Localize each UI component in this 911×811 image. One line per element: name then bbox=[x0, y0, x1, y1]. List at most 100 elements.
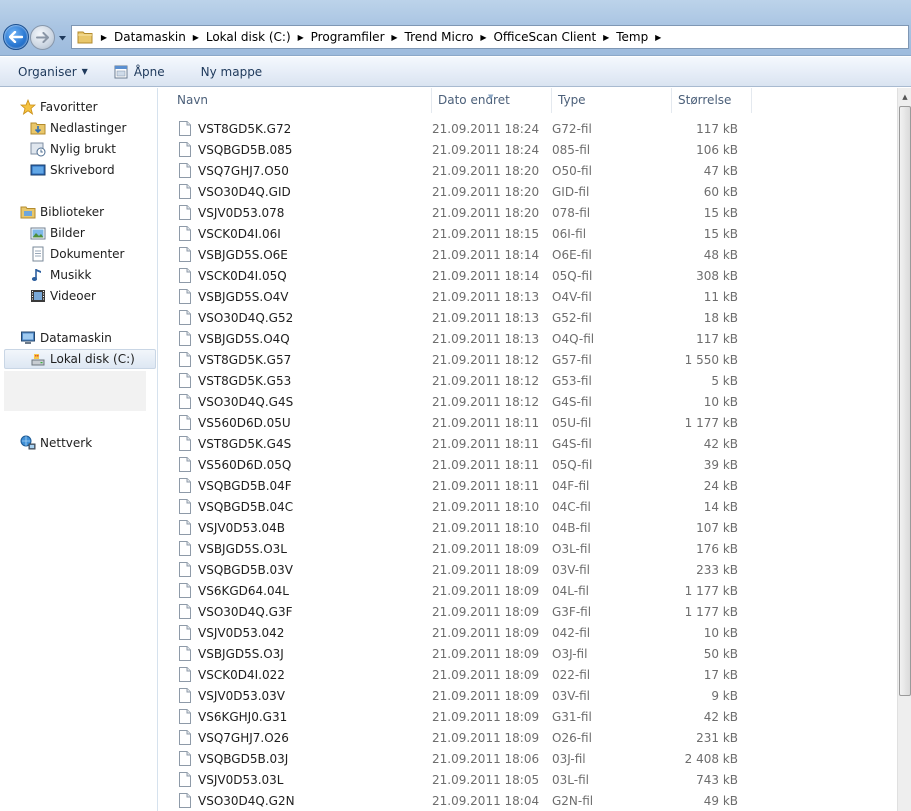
file-row[interactable]: VS6KGHJ0.G31 21.09.2011 18:09 G31-fil 42 kB bbox=[159, 706, 897, 727]
nav-pictures[interactable]: Bilder bbox=[29, 223, 85, 243]
file-name-cell[interactable]: VS560D6D.05Q bbox=[159, 457, 432, 473]
breadcrumb-officescan-client[interactable]: OfficeScan Client bbox=[491, 26, 598, 48]
column-header-size[interactable]: Størrelse bbox=[672, 88, 752, 113]
file-row[interactable]: VSQ7GHJ7.O26 21.09.2011 18:09 O26-fil 231 k… bbox=[159, 727, 897, 748]
file-row[interactable]: VSCK0D4I.022 21.09.2011 18:09 022-fil 17 kB bbox=[159, 664, 897, 685]
file-row[interactable]: VSQBGD5B.04C 21.09.2011 18:10 04C-fil 14 kB bbox=[159, 496, 897, 517]
file-name-cell[interactable]: VS6KGHJ0.G31 bbox=[159, 709, 432, 725]
file-name-cell[interactable]: VSO30D4Q.GID bbox=[159, 184, 432, 200]
file-name-cell[interactable]: VSJV0D53.04B bbox=[159, 520, 432, 536]
file-name-cell[interactable]: VSO30D4Q.G2N bbox=[159, 793, 432, 809]
file-name-cell[interactable]: VS6KGD64.04L bbox=[159, 583, 432, 599]
column-header-date[interactable]: ▼ Dato endret bbox=[432, 88, 552, 113]
file-name-cell[interactable]: VSBJGD5S.O3L bbox=[159, 541, 432, 557]
file-name-cell[interactable]: VSBJGD5S.O4V bbox=[159, 289, 432, 305]
file-name-cell[interactable]: VST8GD5K.G57 bbox=[159, 352, 432, 368]
column-header-name[interactable]: Navn bbox=[159, 88, 432, 113]
nav-computer[interactable]: Datamaskin bbox=[19, 328, 112, 348]
file-row[interactable]: VS560D6D.05U 21.09.2011 18:11 05U-fil 1 177… bbox=[159, 412, 897, 433]
back-button[interactable] bbox=[3, 24, 29, 50]
file-name-cell[interactable]: VSCK0D4I.06I bbox=[159, 226, 432, 242]
breadcrumb-program-files[interactable]: Programfiler bbox=[309, 26, 387, 48]
file-name-cell[interactable]: VSBJGD5S.O3J bbox=[159, 646, 432, 662]
nav-local-disk[interactable]: Lokal disk (C:) bbox=[4, 349, 156, 369]
breadcrumb-computer[interactable]: Datamaskin bbox=[112, 26, 188, 48]
address-input[interactable]: ▶ Datamaskin ▶ Lokal disk (C:) ▶ Program… bbox=[71, 25, 909, 49]
nav-videos[interactable]: Videoer bbox=[29, 286, 96, 306]
file-name-cell[interactable]: VSJV0D53.03V bbox=[159, 688, 432, 704]
file-row[interactable]: VSJV0D53.042 21.09.2011 18:09 042-fil 10 kB bbox=[159, 622, 897, 643]
file-name-cell[interactable]: VSQ7GHJ7.O50 bbox=[159, 163, 432, 179]
history-dropdown-button[interactable] bbox=[57, 31, 68, 45]
file-row[interactable]: VS560D6D.05Q 21.09.2011 18:11 05Q-fil 39 kB bbox=[159, 454, 897, 475]
forward-button[interactable] bbox=[30, 25, 55, 50]
file-row[interactable]: VST8GD5K.G4S 21.09.2011 18:11 G4S-fil 42 kB bbox=[159, 433, 897, 454]
scroll-up-button[interactable]: ▲ bbox=[898, 88, 911, 105]
breadcrumb-trend-micro[interactable]: Trend Micro bbox=[403, 26, 476, 48]
file-row[interactable]: VST8GD5K.G57 21.09.2011 18:12 G57-fil 1 550… bbox=[159, 349, 897, 370]
file-name-cell[interactable]: VSQBGD5B.03V bbox=[159, 562, 432, 578]
file-name-cell[interactable]: VSBJGD5S.O4Q bbox=[159, 331, 432, 347]
file-row[interactable]: VS6KGD64.04L 21.09.2011 18:09 04L-fil 1 177… bbox=[159, 580, 897, 601]
file-row[interactable]: VSJV0D53.04B 21.09.2011 18:10 04B-fil 107 k… bbox=[159, 517, 897, 538]
file-row[interactable]: VSO30D4Q.G3F 21.09.2011 18:09 G3F-fil 1 177… bbox=[159, 601, 897, 622]
file-row[interactable]: VSQ7GHJ7.O50 21.09.2011 18:20 O50-fil 47 kB bbox=[159, 160, 897, 181]
nav-desktop[interactable]: Skrivebord bbox=[29, 160, 115, 180]
file-row[interactable]: VSBJGD5S.O3J 21.09.2011 18:09 O3J-fil 50 kB bbox=[159, 643, 897, 664]
breadcrumb-separator[interactable]: ▶ bbox=[598, 26, 614, 48]
nav-libraries[interactable]: Biblioteker bbox=[19, 202, 104, 222]
file-name-cell[interactable]: VSQBGD5B.04F bbox=[159, 478, 432, 494]
new-folder-button[interactable]: Ny mappe bbox=[193, 60, 271, 84]
file-row[interactable]: VST8GD5K.G72 21.09.2011 18:24 G72-fil 117 k… bbox=[159, 118, 897, 139]
breadcrumb-separator[interactable]: ▶ bbox=[293, 26, 309, 48]
file-name-cell[interactable]: VSCK0D4I.05Q bbox=[159, 268, 432, 284]
vertical-scrollbar[interactable]: ▲ bbox=[897, 88, 911, 811]
file-row[interactable]: VSQBGD5B.085 21.09.2011 18:24 085-fil 106 k… bbox=[159, 139, 897, 160]
file-row[interactable]: VSJV0D53.078 21.09.2011 18:20 078-fil 15 kB bbox=[159, 202, 897, 223]
file-row[interactable]: VSBJGD5S.O4Q 21.09.2011 18:13 O4Q-fil 117 k… bbox=[159, 328, 897, 349]
file-row[interactable]: VSBJGD5S.O3L 21.09.2011 18:09 O3L-fil 176 k… bbox=[159, 538, 897, 559]
breadcrumb-separator[interactable]: ▶ bbox=[96, 26, 112, 48]
file-row[interactable]: VSQBGD5B.03J 21.09.2011 18:06 03J-fil 2 408… bbox=[159, 748, 897, 769]
file-row[interactable]: VST8GD5K.G53 21.09.2011 18:12 G53-fil 5 kB bbox=[159, 370, 897, 391]
file-row[interactable]: VSJV0D53.03V 21.09.2011 18:09 03V-fil 9 kB bbox=[159, 685, 897, 706]
file-name-cell[interactable]: VST8GD5K.G53 bbox=[159, 373, 432, 389]
file-name-cell[interactable]: VSO30D4Q.G3F bbox=[159, 604, 432, 620]
nav-recent[interactable]: Nylig brukt bbox=[29, 139, 116, 159]
organize-button[interactable]: Organiser ▼ bbox=[10, 60, 96, 84]
file-row[interactable]: VSBJGD5S.O6E 21.09.2011 18:14 O6E-fil 48 kB bbox=[159, 244, 897, 265]
file-name-cell[interactable]: VSQ7GHJ7.O26 bbox=[159, 730, 432, 746]
file-row[interactable]: VSCK0D4I.06I 21.09.2011 18:15 06I-fil 15 kB bbox=[159, 223, 897, 244]
file-row[interactable]: VSO30D4Q.G2N 21.09.2011 18:04 G2N-fil 49 kB bbox=[159, 790, 897, 811]
column-header-type[interactable]: Type bbox=[552, 88, 672, 113]
file-name-cell[interactable]: VST8GD5K.G72 bbox=[159, 121, 432, 137]
file-name-cell[interactable]: VSQBGD5B.085 bbox=[159, 142, 432, 158]
file-row[interactable]: VSCK0D4I.05Q 21.09.2011 18:14 05Q-fil 308 k… bbox=[159, 265, 897, 286]
file-row[interactable]: VSO30D4Q.G52 21.09.2011 18:13 G52-fil 18 kB bbox=[159, 307, 897, 328]
file-name-cell[interactable]: VS560D6D.05U bbox=[159, 415, 432, 431]
nav-favorites[interactable]: Favoritter bbox=[19, 97, 98, 117]
file-name-cell[interactable]: VSQBGD5B.04C bbox=[159, 499, 432, 515]
file-name-cell[interactable]: VSO30D4Q.G52 bbox=[159, 310, 432, 326]
file-name-cell[interactable]: VSQBGD5B.03J bbox=[159, 751, 432, 767]
nav-downloads[interactable]: Nedlastinger bbox=[29, 118, 127, 138]
file-name-cell[interactable]: VSJV0D53.03L bbox=[159, 772, 432, 788]
nav-documents[interactable]: Dokumenter bbox=[29, 244, 124, 264]
nav-network[interactable]: Nettverk bbox=[19, 433, 92, 453]
file-row[interactable]: VSQBGD5B.03V 21.09.2011 18:09 03V-fil 233 k… bbox=[159, 559, 897, 580]
file-row[interactable]: VSJV0D53.03L 21.09.2011 18:05 03L-fil 743 k… bbox=[159, 769, 897, 790]
breadcrumb-local-disk[interactable]: Lokal disk (C:) bbox=[204, 26, 293, 48]
breadcrumb-separator[interactable]: ▶ bbox=[475, 26, 491, 48]
file-row[interactable]: VSBJGD5S.O4V 21.09.2011 18:13 O4V-fil 11 kB bbox=[159, 286, 897, 307]
file-name-cell[interactable]: VSBJGD5S.O6E bbox=[159, 247, 432, 263]
open-button[interactable]: Åpne bbox=[106, 60, 173, 84]
file-row[interactable]: VSQBGD5B.04F 21.09.2011 18:11 04F-fil 24 kB bbox=[159, 475, 897, 496]
file-row[interactable]: VSO30D4Q.G4S 21.09.2011 18:12 G4S-fil 10 kB bbox=[159, 391, 897, 412]
file-row[interactable]: VSO30D4Q.GID 21.09.2011 18:20 GID-fil 60 kB bbox=[159, 181, 897, 202]
breadcrumb-separator[interactable]: ▶ bbox=[650, 26, 666, 48]
file-name-cell[interactable]: VSJV0D53.042 bbox=[159, 625, 432, 641]
file-name-cell[interactable]: VST8GD5K.G4S bbox=[159, 436, 432, 452]
breadcrumb-temp[interactable]: Temp bbox=[614, 26, 650, 48]
breadcrumb-separator[interactable]: ▶ bbox=[188, 26, 204, 48]
breadcrumb-separator[interactable]: ▶ bbox=[387, 26, 403, 48]
